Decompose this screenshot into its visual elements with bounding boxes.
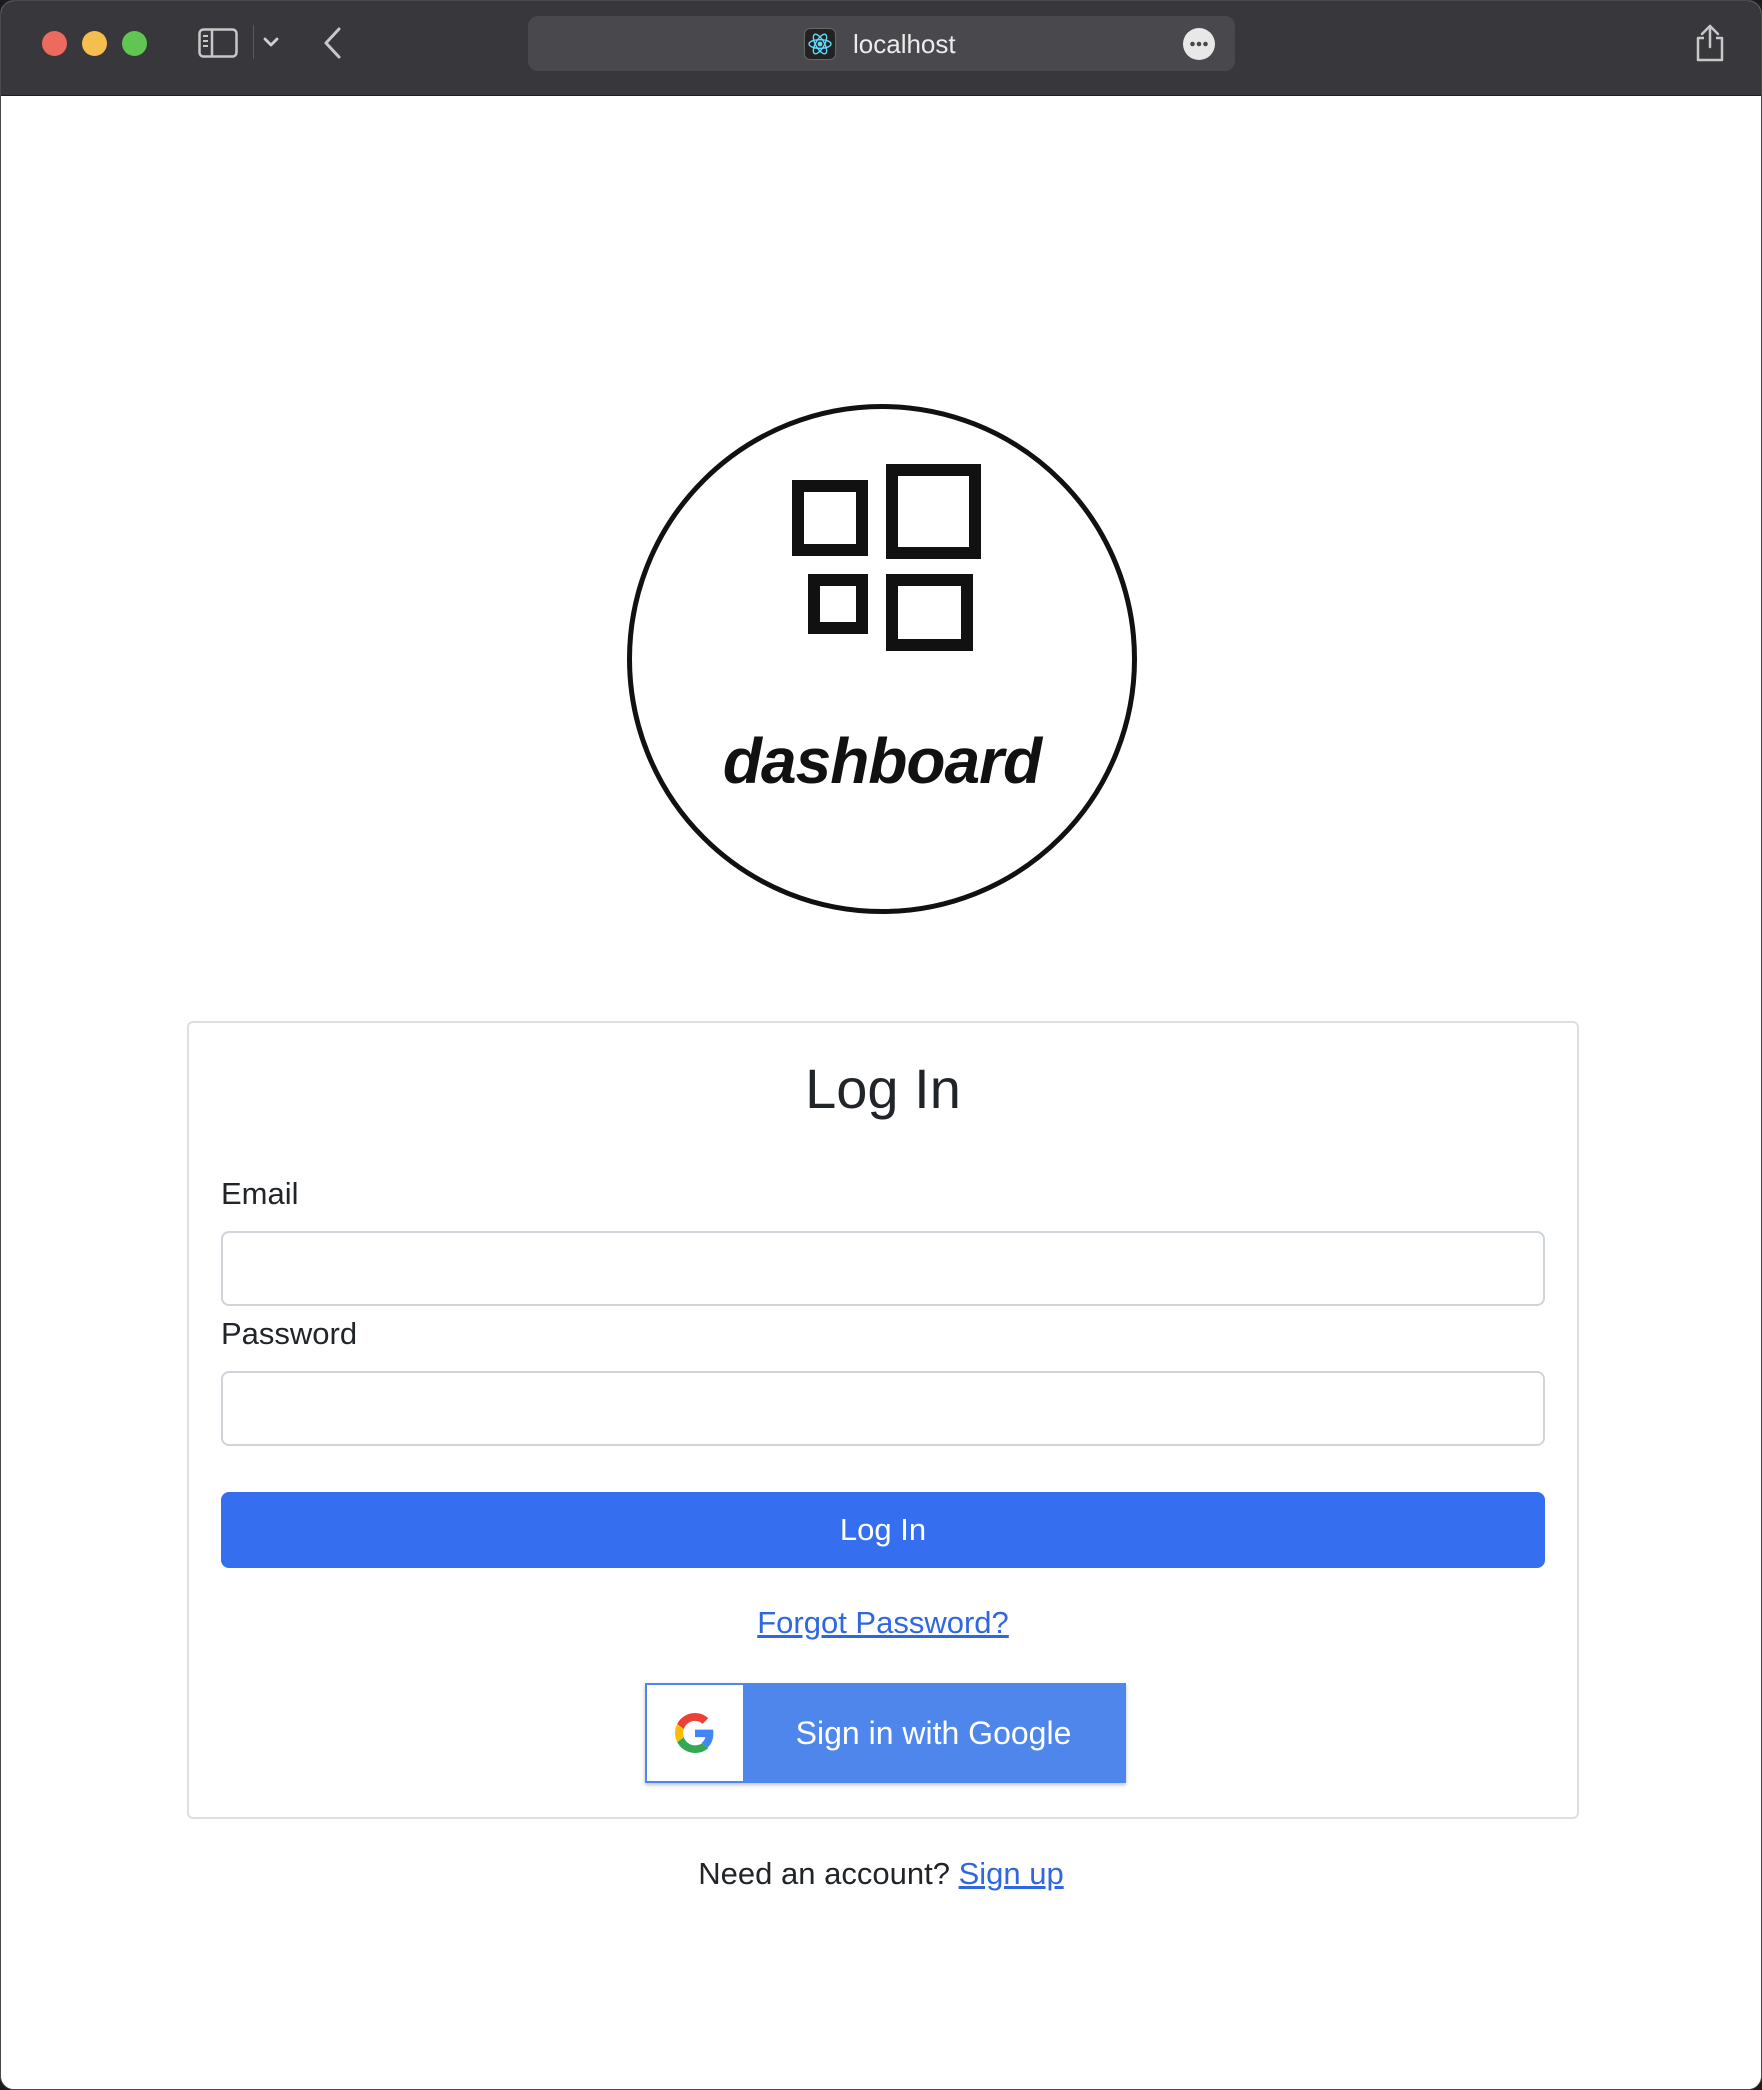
google-logo-icon [675, 1713, 714, 1753]
login-title: Log In [805, 1057, 961, 1120]
google-logo-box [647, 1685, 743, 1781]
browser-window: localhost dashboard Log In Email Passwor… [0, 0, 1762, 2090]
password-input[interactable] [221, 1371, 1545, 1446]
window-minimize-button[interactable] [82, 31, 107, 56]
more-options-icon[interactable] [1183, 28, 1215, 60]
password-label: Password [221, 1316, 358, 1351]
grid-icon [792, 464, 981, 651]
google-signin-button[interactable]: Sign in with Google [645, 1683, 1126, 1783]
page-content: dashboard Log In Email Password Log In F… [1, 96, 1761, 2089]
email-label: Email [221, 1176, 299, 1211]
url-text: localhost [853, 29, 956, 59]
window-close-button[interactable] [42, 31, 67, 56]
toolbar-divider [253, 25, 254, 59]
google-signin-label: Sign in with Google [795, 1715, 1072, 1751]
sidebar-toggle-icon[interactable] [198, 28, 238, 58]
address-bar[interactable]: localhost [528, 16, 1235, 71]
signup-link[interactable]: Sign up [959, 1856, 1064, 1891]
window-zoom-button[interactable] [122, 31, 147, 56]
signup-prompt-text: Need an account? [698, 1856, 950, 1891]
dashboard-logo: dashboard [627, 404, 1137, 914]
forgot-password-link[interactable]: Forgot Password? [189, 1605, 1577, 1641]
login-button[interactable]: Log In [221, 1492, 1545, 1568]
react-favicon-icon [804, 28, 836, 60]
back-arrow-icon[interactable] [319, 25, 347, 61]
logo-text: dashboard [722, 725, 1042, 797]
email-input[interactable] [221, 1231, 1545, 1306]
chevron-down-icon[interactable] [261, 32, 281, 52]
login-card: Log In Email Password Log In Forgot Pass… [187, 1021, 1579, 1819]
share-icon[interactable] [1693, 21, 1727, 63]
browser-toolbar: localhost [1, 1, 1761, 96]
signup-prompt: Need an account? Sign up [1, 1856, 1761, 1892]
